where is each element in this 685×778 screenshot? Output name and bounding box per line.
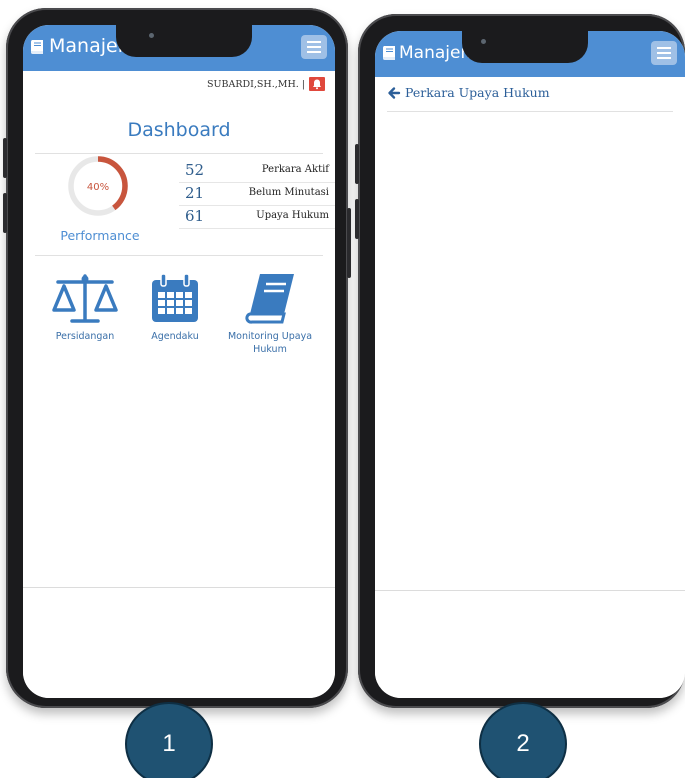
book-icon [30,40,43,55]
phone-notch [116,25,252,57]
book-icon [382,46,395,61]
volume-button [355,144,359,184]
user-bar: SUBARDI,SH.,MH. | [23,75,335,93]
performance-donut: 40% [68,156,128,216]
camera-dot [481,39,486,44]
stat-number: 52 [185,161,205,179]
book-icon [245,274,294,324]
divider [387,111,673,112]
stat-row[interactable]: 52 Perkara Aktif [179,161,335,183]
divider [35,255,323,256]
phone-frame-1: Manajemen SUBARDI,SH.,MH. | Dashboard 40… [3,8,351,708]
back-link-label: Perkara Upaya Hukum [405,85,550,100]
volume-button [355,199,359,239]
hamburger-menu-button[interactable] [651,41,677,65]
stat-number: 61 [185,207,205,225]
hamburger-icon-bar [307,51,321,53]
notification-button[interactable] [309,77,325,91]
page-title: Dashboard [127,119,231,141]
stat-label: Belum Minutasi [248,187,329,198]
username-label[interactable]: SUBARDI,SH.,MH. | [207,79,305,90]
menu-label: Monitoring Upaya Hukum [227,331,313,355]
scales-icon [52,274,118,323]
hamburger-menu-button[interactable] [301,35,327,59]
performance-caption: Performance [60,228,140,243]
divider [179,182,335,183]
calendar-icon [152,273,198,322]
power-button [347,208,351,278]
step-number: 1 [162,730,176,757]
divider [179,228,335,229]
hamburger-icon-bar [307,46,321,48]
footer-area [375,591,685,698]
stat-row[interactable]: 61 Upaya Hukum [179,207,335,229]
step-badge-1: 1 [125,702,213,778]
menu-label: Persidangan [55,331,115,342]
stat-row[interactable]: 21 Belum Minutasi [179,184,335,206]
performance-percent: 40% [87,182,109,193]
camera-dot [149,33,154,38]
menu-persidangan[interactable]: Persidangan [40,272,130,343]
menu-agendaku[interactable]: Agendaku [130,272,220,343]
menu-monitoring-upaya-hukum[interactable]: Monitoring Upaya Hukum [220,272,320,356]
stat-label: Upaya Hukum [256,210,329,221]
divider [179,205,335,206]
stat-label: Perkara Aktif [261,164,329,175]
volume-button [3,138,7,178]
bell-icon [313,79,321,90]
hamburger-icon-bar [657,57,671,59]
hamburger-icon-bar [657,52,671,54]
phone-notch [462,31,588,63]
phone-screen-2: Manajem Perkara Upaya Hukum [375,31,685,698]
phone-screen-1: Manajemen SUBARDI,SH.,MH. | Dashboard 40… [23,25,335,698]
footer-area [23,588,335,698]
menu-label: Agendaku [151,331,199,342]
hamburger-icon [657,47,671,49]
phone-frame-2: Manajem Perkara Upaya Hukum [355,14,685,708]
step-number: 2 [516,730,530,757]
arrow-left-icon [388,87,401,99]
step-badge-2: 2 [479,702,567,778]
hamburger-icon [307,41,321,43]
volume-button [3,193,7,233]
stat-number: 21 [185,184,205,202]
